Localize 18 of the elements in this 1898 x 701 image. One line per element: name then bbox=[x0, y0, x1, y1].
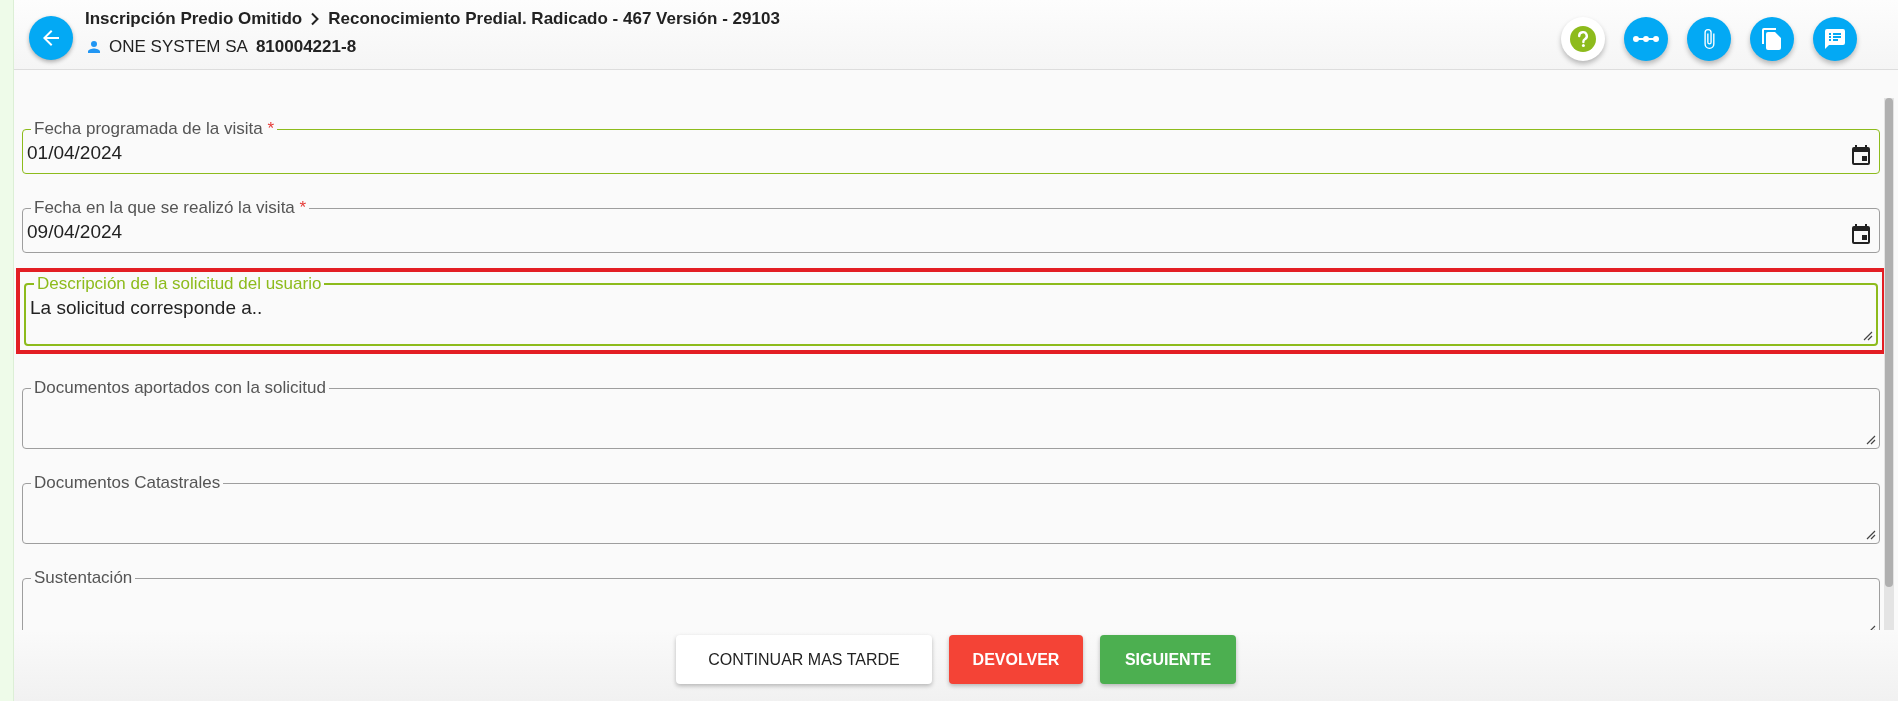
field-label: Sustentación bbox=[33, 568, 134, 588]
text-area[interactable]: Sustentación bbox=[22, 568, 1880, 630]
text-area[interactable]: Documentos aportados con la solicitud bbox=[22, 378, 1880, 449]
field-label: Fecha programada de la visita * bbox=[33, 119, 276, 139]
text-area[interactable]: Descripción de la solicitud del usuario La solicitud corresponde a.. bbox=[24, 274, 1878, 346]
field-label: Documentos aportados con la solicitud bbox=[33, 378, 327, 398]
field-label: Documentos Catastrales bbox=[33, 473, 222, 493]
breadcrumb-item[interactable]: Inscripción Predio Omitido bbox=[85, 9, 303, 29]
return-button[interactable]: DEVOLVER bbox=[949, 635, 1083, 684]
later-button[interactable]: CONTINUAR MAS TARDE bbox=[676, 635, 932, 684]
owner-id: 810004221-8 bbox=[255, 37, 357, 57]
owner-name: ONE SYSTEM SA bbox=[109, 37, 248, 57]
text-area[interactable]: Documentos Catastrales bbox=[22, 473, 1880, 544]
field-label: Descripción de la solicitud del usuario bbox=[36, 274, 323, 294]
date-field[interactable]: Fecha programada de la visita * 01/04/2024 bbox=[22, 119, 1880, 174]
field-label: Fecha en la que se realizó la visita * bbox=[33, 198, 308, 218]
breadcrumb-item: Reconocimiento Predial. Radicado - 467 Versión - 29103 bbox=[328, 9, 780, 29]
date-field[interactable]: Fecha en la que se realizó la visita * 09/04/2024 bbox=[22, 198, 1880, 253]
